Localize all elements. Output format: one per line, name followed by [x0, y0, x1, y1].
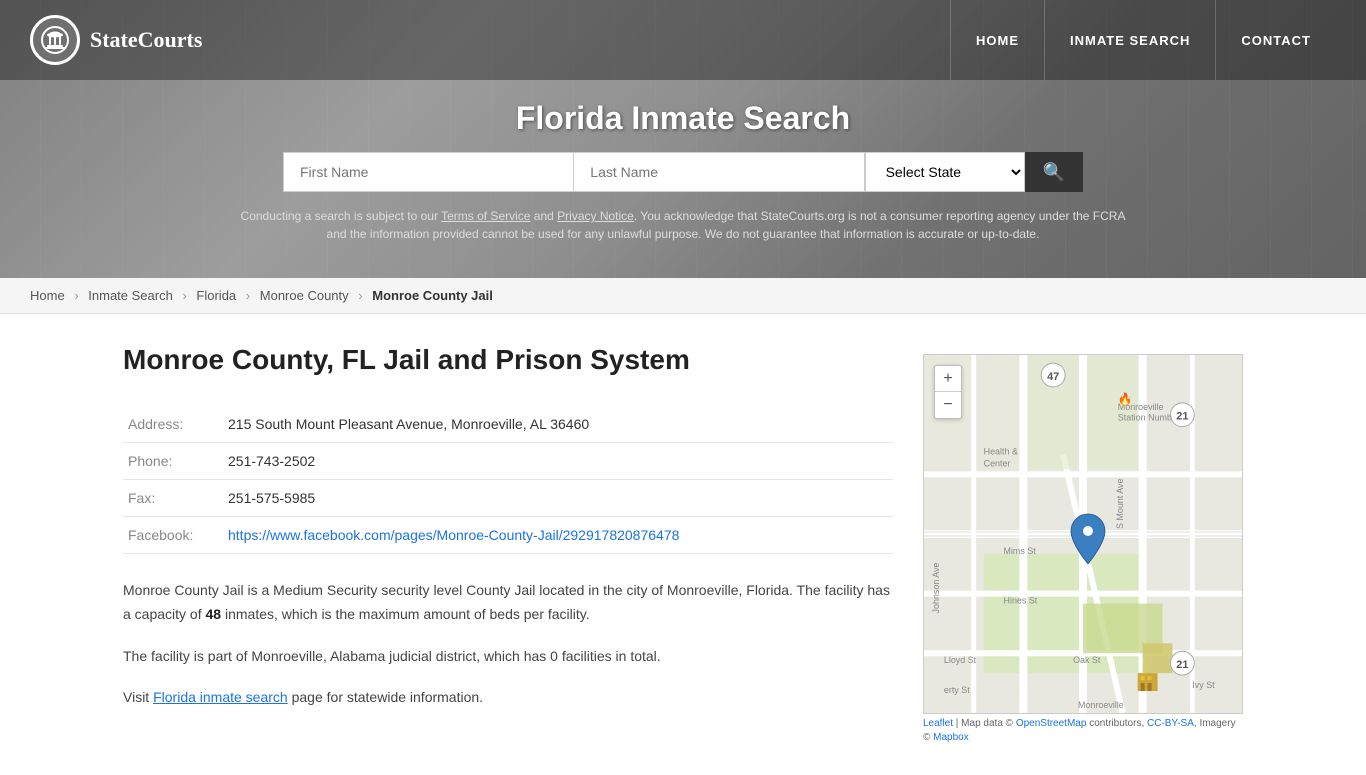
svg-text:Oak St: Oak St: [1073, 655, 1101, 665]
column-icon: [40, 25, 70, 55]
facebook-row: Facebook: https://www.facebook.com/pages…: [123, 517, 893, 554]
cc-by-sa-link[interactable]: CC-BY-SA: [1147, 718, 1194, 729]
nav-inmate-search[interactable]: INMATE SEARCH: [1044, 0, 1215, 80]
phone-label: Phone:: [123, 443, 223, 480]
svg-text:Station Numb: Station Numb: [1118, 413, 1172, 423]
header-content: Florida Inmate Search Select State Alaba…: [0, 80, 1366, 278]
svg-text:21: 21: [1176, 411, 1188, 423]
privacy-link[interactable]: Privacy Notice: [557, 209, 634, 223]
facility-info: Monroe County, FL Jail and Prison System…: [123, 344, 893, 745]
main-content: Monroe County, FL Jail and Prison System…: [83, 314, 1283, 775]
map-svg: 47 21 21 Monroeville Station Numb Health…: [924, 355, 1242, 713]
map-controls: + −: [934, 365, 962, 419]
terms-link[interactable]: Terms of Service: [441, 209, 530, 223]
svg-text:Mims St: Mims St: [1004, 546, 1037, 556]
svg-text:Center: Center: [984, 458, 1011, 468]
nav-links: HOME INMATE SEARCH CONTACT: [950, 0, 1336, 80]
facebook-link[interactable]: https://www.facebook.com/pages/Monroe-Co…: [228, 527, 679, 543]
nav-contact[interactable]: CONTACT: [1215, 0, 1336, 80]
svg-text:21: 21: [1176, 659, 1188, 671]
svg-text:47: 47: [1047, 371, 1059, 383]
address-value: 215 South Mount Pleasant Avenue, Monroev…: [223, 406, 893, 443]
address-row: Address: 215 South Mount Pleasant Avenue…: [123, 406, 893, 443]
page-title: Florida Inmate Search: [30, 100, 1336, 137]
map-container: + −: [923, 354, 1243, 745]
leaflet-link[interactable]: Leaflet: [923, 718, 953, 729]
svg-text:Monroeville: Monroeville: [1078, 700, 1124, 710]
desc3-suffix: page for statewide information.: [288, 689, 483, 705]
search-bar: Select State Alabama Alaska Arizona Flor…: [283, 152, 1083, 192]
site-header: StateCourts HOME INMATE SEARCH CONTACT F…: [0, 0, 1366, 278]
breadcrumb-sep-1: ›: [74, 288, 78, 303]
capacity-value: 48: [206, 606, 222, 622]
description-paragraph-1: Monroe County Jail is a Medium Security …: [123, 579, 893, 627]
svg-text:erty St: erty St: [944, 685, 970, 695]
breadcrumb-sep-2: ›: [182, 288, 186, 303]
svg-text:Hines St: Hines St: [1004, 596, 1038, 606]
facebook-label: Facebook:: [123, 517, 223, 554]
map-zoom-out[interactable]: −: [935, 392, 961, 418]
map-attribution: Leaflet | Map data © OpenStreetMap contr…: [923, 717, 1243, 745]
description-paragraph-2: The facility is part of Monroeville, Ala…: [123, 645, 893, 669]
first-name-input[interactable]: [283, 152, 573, 192]
map-zoom-in[interactable]: +: [935, 366, 961, 392]
svg-text:Lloyd St: Lloyd St: [944, 655, 977, 665]
breadcrumb-monroe-county[interactable]: Monroe County: [260, 288, 349, 303]
svg-text:Health &: Health &: [984, 447, 1018, 457]
description-1-suffix: inmates, which is the maximum amount of …: [221, 606, 590, 622]
breadcrumb-inmate-search[interactable]: Inmate Search: [88, 288, 173, 303]
breadcrumb-sep-4: ›: [358, 288, 362, 303]
address-label: Address:: [123, 406, 223, 443]
desc3-prefix: Visit: [123, 689, 153, 705]
facility-title: Monroe County, FL Jail and Prison System: [123, 344, 893, 376]
phone-row: Phone: 251-743-2502: [123, 443, 893, 480]
breadcrumb-florida[interactable]: Florida: [196, 288, 236, 303]
svg-text:S Mount Ave: S Mount Ave: [1115, 478, 1125, 529]
breadcrumb: Home › Inmate Search › Florida › Monroe …: [0, 278, 1366, 314]
state-select[interactable]: Select State Alabama Alaska Arizona Flor…: [865, 152, 1025, 192]
facility-details-table: Address: 215 South Mount Pleasant Avenue…: [123, 406, 893, 554]
mapbox-link[interactable]: Mapbox: [933, 732, 969, 743]
svg-text:Johnson Ave: Johnson Ave: [931, 562, 941, 613]
fax-value: 251-575-5985: [223, 480, 893, 517]
breadcrumb-sep-3: ›: [246, 288, 250, 303]
nav-home[interactable]: HOME: [950, 0, 1044, 80]
last-name-input[interactable]: [573, 152, 864, 192]
facebook-value: https://www.facebook.com/pages/Monroe-Co…: [223, 517, 893, 554]
facility-description: Monroe County Jail is a Medium Security …: [123, 579, 893, 710]
svg-text:🔥: 🔥: [1118, 392, 1133, 406]
site-logo[interactable]: StateCourts: [30, 15, 202, 65]
top-navigation: StateCourts HOME INMATE SEARCH CONTACT: [0, 0, 1366, 80]
svg-text:Ivy St: Ivy St: [1192, 680, 1215, 690]
search-button[interactable]: 🔍: [1025, 152, 1083, 192]
description-paragraph-3: Visit Florida inmate search page for sta…: [123, 686, 893, 710]
logo-icon: [30, 15, 80, 65]
logo-text: StateCourts: [90, 27, 202, 53]
fax-row: Fax: 251-575-5985: [123, 480, 893, 517]
breadcrumb-current: Monroe County Jail: [372, 288, 493, 303]
florida-inmate-search-link[interactable]: Florida inmate search: [153, 689, 288, 705]
map-box[interactable]: + −: [923, 354, 1243, 714]
openstreetmap-link[interactable]: OpenStreetMap: [1016, 718, 1087, 729]
phone-value: 251-743-2502: [223, 443, 893, 480]
breadcrumb-home[interactable]: Home: [30, 288, 65, 303]
disclaimer-text: Conducting a search is subject to our Te…: [233, 207, 1133, 263]
fax-label: Fax:: [123, 480, 223, 517]
